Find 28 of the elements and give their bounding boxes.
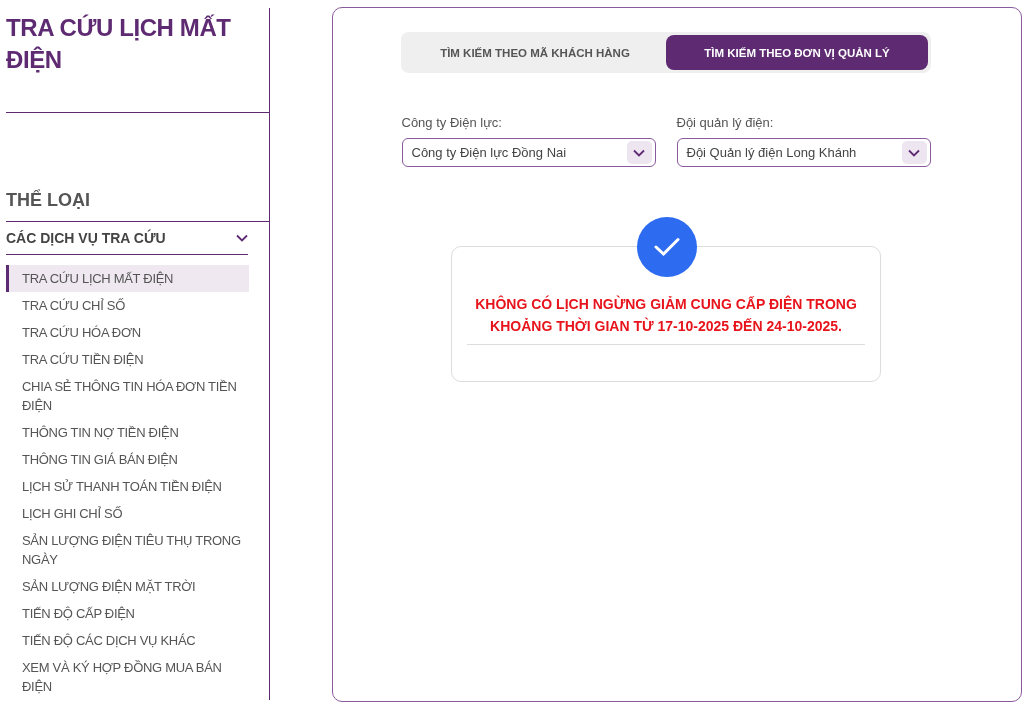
- sidebar-item[interactable]: TRA CỨU LỊCH MẤT ĐIỆN: [6, 265, 249, 292]
- chevron-down-icon: [236, 233, 248, 242]
- sidebar-item[interactable]: SẢN LƯỢNG ĐIỆN TIÊU THỤ TRONG NGÀY: [6, 527, 249, 573]
- sidebar-item[interactable]: TRA CỨU CHỈ SỐ: [6, 292, 249, 319]
- dropdown-field[interactable]: Đội Quản lý điện Long Khánh: [676, 138, 931, 167]
- field-label: Công ty Điện lực:: [401, 115, 503, 130]
- check-icon: [637, 217, 697, 277]
- chevron-down-icon: [908, 148, 920, 157]
- sidebar-item[interactable]: CHIA SẺ THÔNG TIN HÓA ĐƠN TIỀN ĐIỆN: [6, 373, 249, 419]
- search-tab[interactable]: TÌM KIẾM THEO ĐƠN VỊ QUẢN LÝ: [666, 35, 928, 70]
- sidebar-item[interactable]: TRA CỨU HÓA ĐƠN: [6, 319, 249, 346]
- sidebar-item[interactable]: LỊCH SỬ THANH TOÁN TIỀN ĐIỆN: [6, 473, 249, 500]
- chevron-down-icon: [633, 148, 645, 157]
- category-heading: THỂ LOẠI: [6, 188, 91, 212]
- dropdown-field[interactable]: Công ty Điện lực Đồng Nai: [401, 138, 656, 167]
- field-label: Đội quản lý điện:: [676, 115, 775, 130]
- sidebar-item[interactable]: XEM VÀ KÝ HỢP ĐỒNG MUA BÁN ĐIỆN: [6, 654, 249, 700]
- sidebar-item[interactable]: THÔNG TIN NỢ TIỀN ĐIỆN: [6, 419, 249, 446]
- page-title: TRA CỨU LỊCH MẤT ĐIỆN: [6, 13, 232, 75]
- sidebar-item[interactable]: TIẾN ĐỘ CÁC DỊCH VỤ KHÁC: [6, 627, 249, 654]
- accordion-header[interactable]: CÁC DỊCH VỤ TRA CỨU: [6, 221, 248, 255]
- result-message: KHÔNG CÓ LỊCH NGỪNG GIẢM CUNG CẤP ĐIỆN TRONG KHOẢNG THỜI GIAN TỪ 17-10-2025 ĐẾN 24-10-2025.: [474, 294, 858, 336]
- sidebar-item[interactable]: TIẾN ĐỘ CẤP ĐIỆN: [6, 600, 249, 627]
- sidebar-item[interactable]: SẢN LƯỢNG ĐIỆN MẶT TRỜI: [6, 573, 249, 600]
- sidebar-item[interactable]: LỊCH GHI CHỈ SỐ: [6, 500, 249, 527]
- sidebar-item[interactable]: THÔNG TIN GIÁ BÁN ĐIỆN: [6, 446, 249, 473]
- sidebar-item[interactable]: TRA CỨU TIỀN ĐIỆN: [6, 346, 249, 373]
- search-tab[interactable]: TÌM KIẾM THEO MÃ KHÁCH HÀNG: [404, 35, 666, 70]
